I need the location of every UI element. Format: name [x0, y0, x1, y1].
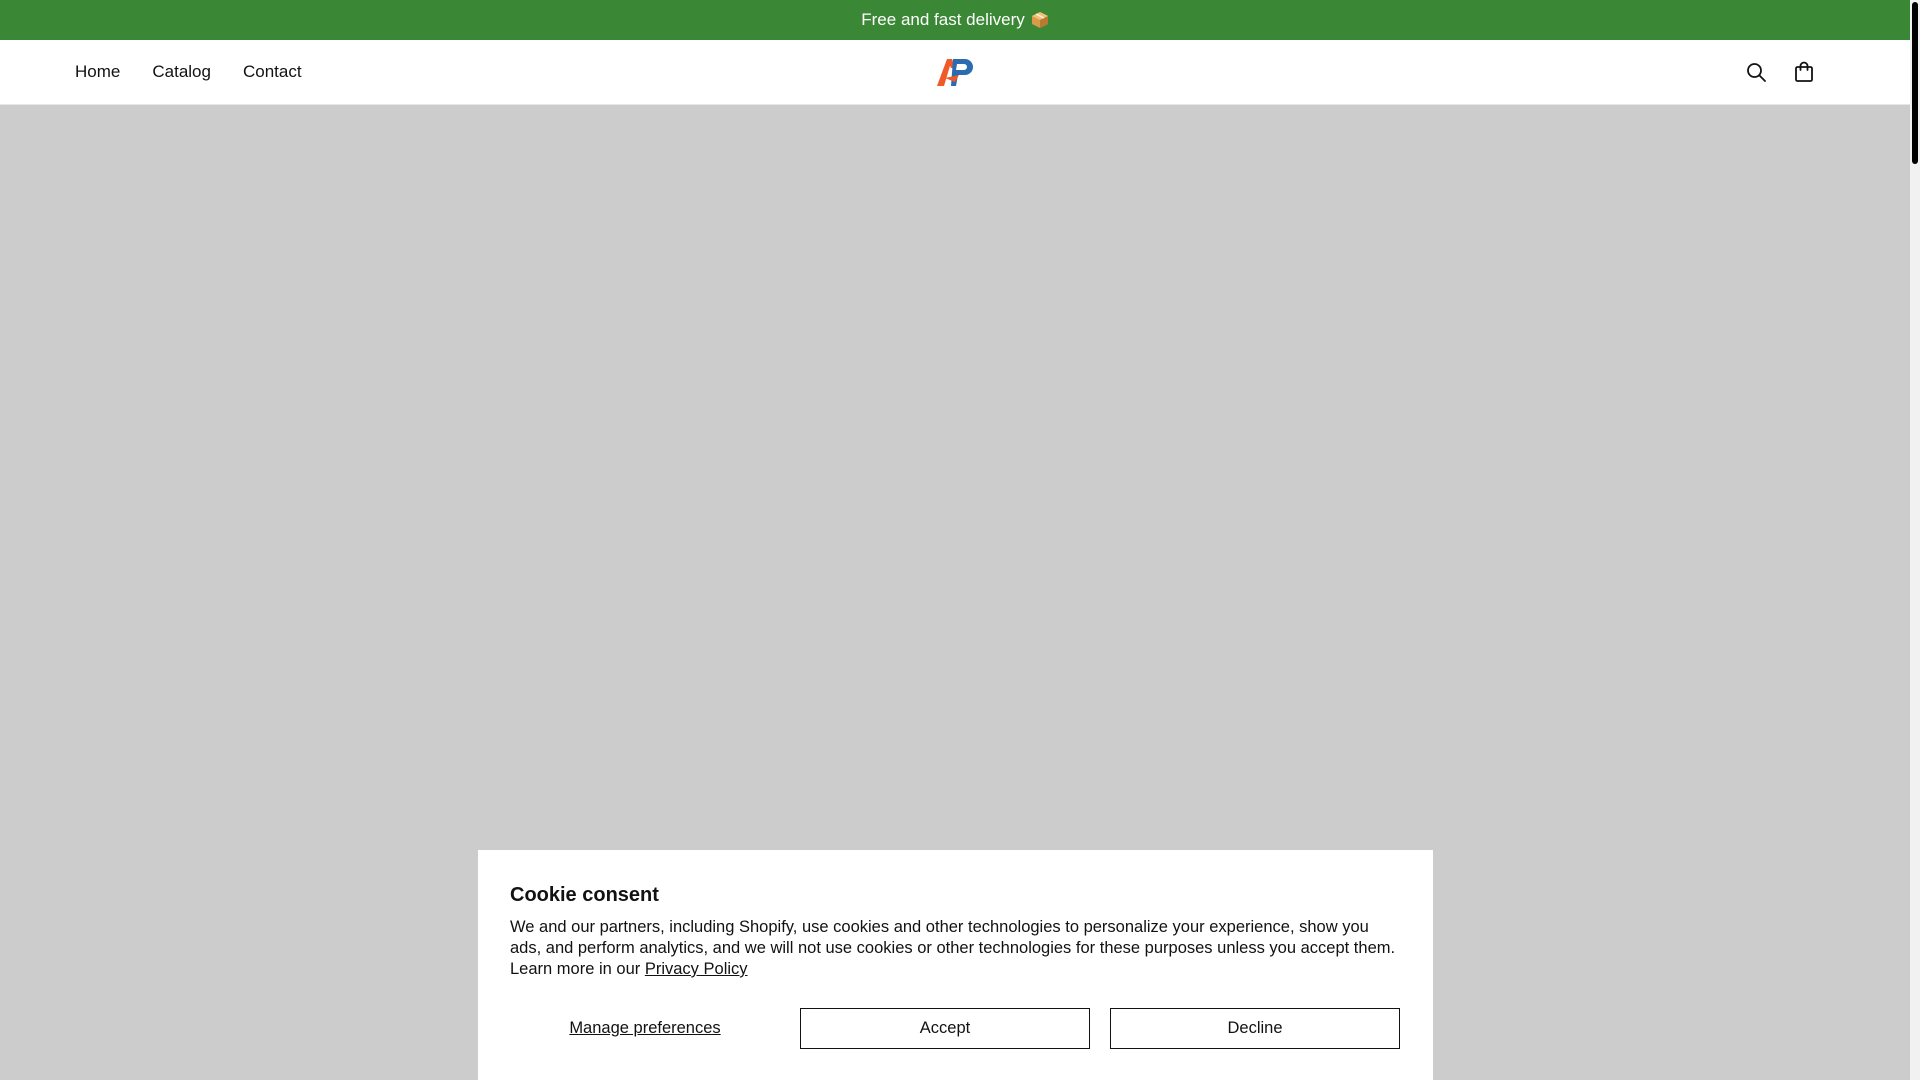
scrollbar[interactable]	[1910, 0, 1920, 1080]
cookie-title: Cookie consent	[510, 884, 659, 906]
search-icon[interactable]	[1745, 61, 1767, 83]
main-nav: Home Catalog Contact	[75, 62, 302, 82]
decline-button[interactable]: Decline	[1110, 1008, 1400, 1049]
cart-icon[interactable]	[1793, 61, 1815, 83]
announcement-bar: Free and fast delivery	[0, 0, 1910, 40]
scrollbar-thumb[interactable]	[1912, 2, 1918, 164]
nav-catalog[interactable]: Catalog	[152, 62, 211, 82]
nav-home[interactable]: Home	[75, 62, 120, 82]
package-icon	[1031, 11, 1049, 29]
announcement-text: Free and fast delivery	[861, 10, 1025, 29]
nav-contact[interactable]: Contact	[243, 62, 302, 82]
cookie-consent-banner: Cookie consent We and our partners, incl…	[478, 850, 1433, 1080]
header-icons	[1745, 61, 1815, 83]
site-header: Home Catalog Contact	[0, 40, 1910, 105]
accept-button[interactable]: Accept	[800, 1008, 1090, 1049]
manage-preferences-link[interactable]: Manage preferences	[510, 1019, 780, 1038]
cookie-actions: Manage preferences Accept Decline	[510, 1008, 1401, 1049]
logo[interactable]	[935, 56, 975, 88]
cookie-body: We and our partners, including Shopify, …	[510, 917, 1401, 980]
page: Free and fast delivery Home Catalog Cont…	[0, 0, 1910, 1080]
cookie-body-text: We and our partners, including Shopify, …	[510, 918, 1396, 978]
privacy-policy-link[interactable]: Privacy Policy	[645, 960, 748, 978]
